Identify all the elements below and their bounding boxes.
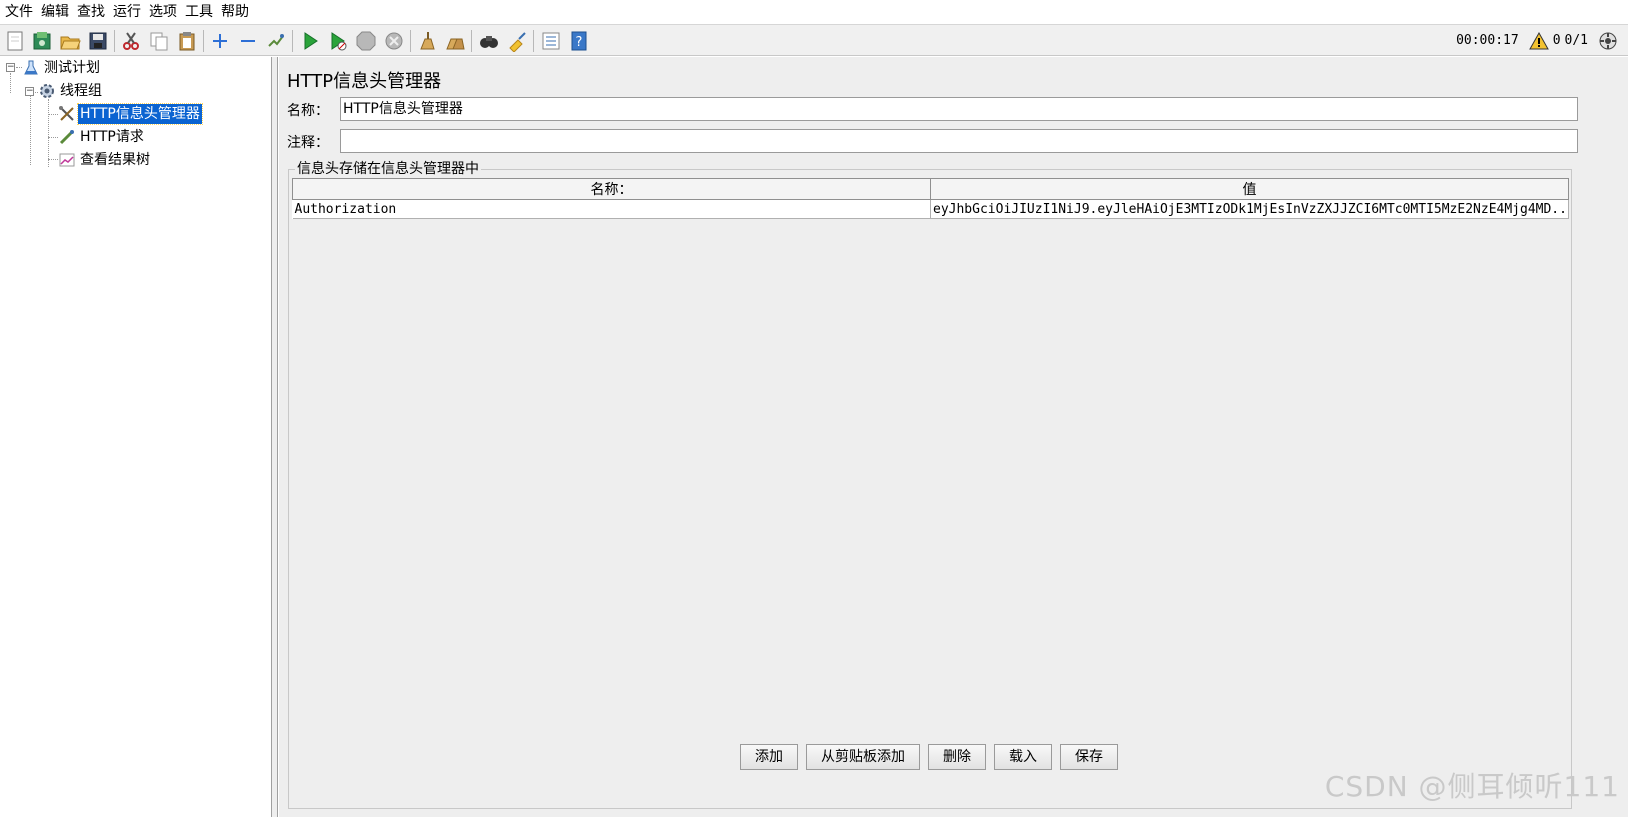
header-manager-icon bbox=[58, 105, 76, 123]
tree-node-label: 查看结果树 bbox=[80, 152, 150, 168]
http-request-icon bbox=[58, 128, 76, 146]
test-plan-icon bbox=[22, 59, 40, 77]
column-header-value[interactable]: 值 bbox=[930, 178, 1569, 200]
expand-icon[interactable] bbox=[208, 29, 232, 53]
tree-node-label: HTTP信息头管理器 bbox=[77, 103, 203, 125]
toolbar: ? 00:00:17 0 0/1 bbox=[0, 24, 1628, 56]
help-icon[interactable]: ? bbox=[567, 29, 591, 53]
load-button[interactable]: 载入 bbox=[994, 744, 1052, 770]
menu-tools[interactable]: 工具 bbox=[181, 0, 217, 24]
svg-text:?: ? bbox=[576, 35, 583, 50]
comment-field[interactable] bbox=[340, 129, 1578, 153]
open-icon[interactable] bbox=[58, 29, 82, 53]
add-from-clipboard-button[interactable]: 从剪贴板添加 bbox=[806, 744, 920, 770]
save-icon[interactable] bbox=[86, 29, 110, 53]
search-icon[interactable] bbox=[477, 29, 501, 53]
result-tree-icon bbox=[58, 151, 76, 169]
start-icon[interactable] bbox=[298, 29, 322, 53]
headers-table: 名称： 值 Authorization eyJhbGciOiJIUzI1NiJ9… bbox=[292, 178, 1569, 219]
start-no-pause-icon[interactable] bbox=[326, 29, 350, 53]
header-value-cell[interactable]: eyJhbGciOiJIUzI1NiJ9.eyJleHAiOjE3MTIzODk… bbox=[930, 199, 1569, 219]
menu-help[interactable]: 帮助 bbox=[217, 0, 253, 24]
comment-label: 注释： bbox=[287, 135, 329, 151]
header-manager-panel: HTTP信息头管理器 名称： HTTP信息头管理器 注释： 信息头存储在信息头管… bbox=[279, 57, 1628, 817]
collapse-icon[interactable] bbox=[236, 29, 260, 53]
new-icon[interactable] bbox=[3, 29, 27, 53]
warning-icon[interactable] bbox=[1528, 32, 1549, 50]
shutdown-icon[interactable] bbox=[382, 29, 406, 53]
tree-node-label: HTTP请求 bbox=[80, 129, 144, 145]
menu-search[interactable]: 查找 bbox=[73, 0, 109, 24]
test-tree: − 测试计划 − 线程组 HTTP信息头管理器 HTTP请求 查看结果树 bbox=[0, 57, 272, 817]
panel-splitter[interactable] bbox=[272, 57, 278, 817]
toggle-icon[interactable] bbox=[264, 29, 288, 53]
tree-node-label: 线程组 bbox=[60, 83, 102, 99]
tree-node-result-tree[interactable]: 查看结果树 bbox=[58, 149, 152, 171]
menu-run[interactable]: 运行 bbox=[109, 0, 145, 24]
menu-bar: 文件 编辑 查找 运行 选项 工具 帮助 bbox=[0, 0, 1628, 24]
cut-icon[interactable] bbox=[119, 29, 143, 53]
remote-status-icon bbox=[1598, 31, 1618, 51]
clear-icon[interactable] bbox=[415, 29, 439, 53]
active-threads: 0/1 bbox=[1564, 33, 1588, 48]
column-header-name[interactable]: 名称： bbox=[292, 178, 931, 200]
table-row[interactable]: Authorization eyJhbGciOiJIUzI1NiJ9.eyJle… bbox=[292, 199, 1569, 219]
menu-options[interactable]: 选项 bbox=[145, 0, 181, 24]
thread-group-collapse-toggle[interactable]: − bbox=[25, 87, 34, 96]
tree-node-header-manager[interactable]: HTTP信息头管理器 bbox=[58, 103, 203, 125]
test-plan-collapse-toggle[interactable]: − bbox=[6, 63, 15, 72]
name-label: 名称： bbox=[287, 103, 329, 119]
header-name-cell[interactable]: Authorization bbox=[292, 199, 931, 219]
menu-file[interactable]: 文件 bbox=[0, 0, 37, 24]
watermark: CSDN @侧耳倾听111 bbox=[1324, 770, 1620, 803]
tree-node-label: 测试计划 bbox=[44, 60, 100, 76]
add-button[interactable]: 添加 bbox=[740, 744, 798, 770]
name-field[interactable]: HTTP信息头管理器 bbox=[340, 97, 1578, 121]
clear-all-icon[interactable] bbox=[443, 29, 467, 53]
delete-button[interactable]: 删除 bbox=[928, 744, 986, 770]
copy-icon[interactable] bbox=[147, 29, 171, 53]
function-helper-icon[interactable] bbox=[539, 29, 563, 53]
tree-node-thread-group[interactable]: 线程组 bbox=[38, 80, 104, 102]
table-header-row: 名称： 值 bbox=[292, 178, 1569, 200]
paste-icon[interactable] bbox=[175, 29, 199, 53]
tree-node-test-plan[interactable]: 测试计划 bbox=[22, 57, 102, 79]
menu-edit[interactable]: 编辑 bbox=[37, 0, 73, 24]
headers-group-title: 信息头存储在信息头管理器中 bbox=[295, 158, 481, 178]
tree-node-http-request[interactable]: HTTP请求 bbox=[58, 126, 146, 148]
status-area: 00:00:17 0 0/1 bbox=[1456, 29, 1618, 53]
templates-icon[interactable] bbox=[30, 29, 54, 53]
thread-group-icon bbox=[38, 82, 56, 100]
save-button[interactable]: 保存 bbox=[1060, 744, 1118, 770]
stop-icon[interactable] bbox=[354, 29, 378, 53]
headers-group bbox=[288, 169, 1572, 809]
panel-title: HTTP信息头管理器 bbox=[287, 71, 442, 92]
reset-search-icon[interactable] bbox=[505, 29, 529, 53]
elapsed-timer: 00:00:17 bbox=[1456, 33, 1519, 48]
warning-count: 0 bbox=[1552, 33, 1561, 48]
